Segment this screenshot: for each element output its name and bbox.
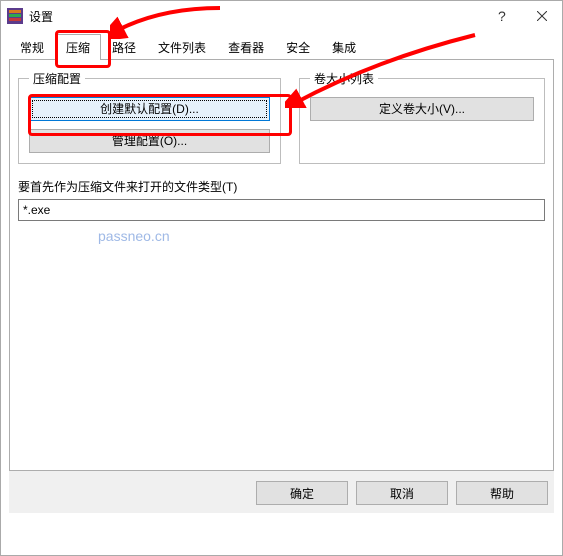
ok-button[interactable]: 确定 [256, 481, 348, 505]
define-volume-sizes-button[interactable]: 定义卷大小(V)... [310, 97, 534, 121]
window-title: 设置 [29, 8, 482, 25]
group-volume-sizes: 卷大小列表 定义卷大小(V)... [299, 70, 545, 164]
tab-integration[interactable]: 集成 [321, 34, 367, 60]
settings-window: 设置 ? 常规 压缩 路径 文件列表 查看器 安全 集成 压缩配置 [0, 0, 563, 556]
help-footer-button[interactable]: 帮助 [456, 481, 548, 505]
tab-security[interactable]: 安全 [275, 34, 321, 60]
tab-general[interactable]: 常规 [9, 34, 55, 60]
close-button[interactable] [522, 2, 562, 30]
group-compress-legend: 压缩配置 [29, 70, 85, 87]
open-as-archive-label: 要首先作为压缩文件来打开的文件类型(T) [18, 178, 545, 195]
app-icon [7, 8, 23, 24]
group-volume-legend: 卷大小列表 [310, 70, 378, 87]
cancel-button[interactable]: 取消 [356, 481, 448, 505]
client-area: 常规 压缩 路径 文件列表 查看器 安全 集成 压缩配置 创建默认配置(D)..… [1, 31, 562, 555]
tab-compress[interactable]: 压缩 [55, 34, 101, 60]
help-button[interactable]: ? [482, 2, 522, 30]
dialog-footer: 确定 取消 帮助 [9, 471, 554, 513]
tab-filelist[interactable]: 文件列表 [147, 34, 217, 60]
group-compress-profiles: 压缩配置 创建默认配置(D)... 管理配置(O)... [18, 70, 281, 164]
open-as-archive-input[interactable] [18, 199, 545, 221]
tab-panel: 压缩配置 创建默认配置(D)... 管理配置(O)... 卷大小列表 定义卷大小… [9, 59, 554, 471]
titlebar: 设置 ? [1, 1, 562, 31]
tab-viewer[interactable]: 查看器 [217, 34, 275, 60]
manage-profiles-button[interactable]: 管理配置(O)... [29, 129, 270, 153]
tab-paths[interactable]: 路径 [101, 34, 147, 60]
tab-bar: 常规 压缩 路径 文件列表 查看器 安全 集成 [9, 31, 554, 59]
svg-text:?: ? [498, 9, 506, 23]
create-default-profile-button[interactable]: 创建默认配置(D)... [29, 97, 270, 121]
